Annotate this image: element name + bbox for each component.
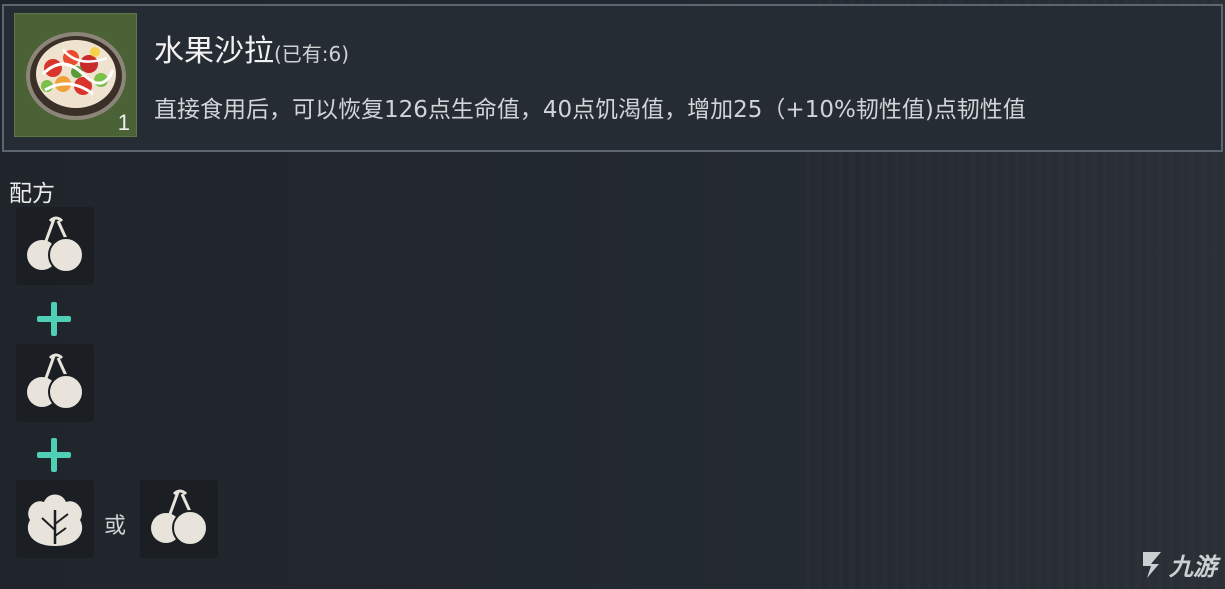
ingredient-slot-1[interactable] [16,207,94,285]
item-slot[interactable]: 1 [14,13,137,137]
plus-icon [37,302,71,336]
item-count: 1 [117,110,130,135]
berries-icon [27,353,84,410]
item-owned-count: (已有:6) [274,42,350,66]
watermark-text: 九游 [1169,552,1217,581]
ingredient-slot-3-option-1[interactable] [16,480,94,558]
or-label: 或 [104,514,127,539]
berries-icon [27,216,84,273]
recipe-label: 配方 [9,181,55,207]
berries-icon [151,489,208,546]
item-info-card: 1 水果沙拉(已有:6) 直接食用后，可以恢复126点生命值，40点饥渴值，增加… [2,4,1223,152]
plus-icon [37,438,71,472]
item-description: 直接食用后，可以恢复126点生命值，40点饥渴值，增加25（+10%韧性值)点韧… [154,97,1026,123]
ingredient-slot-3-option-2[interactable] [140,480,218,558]
item-title: 水果沙拉(已有:6) [154,26,349,70]
leafy-vegetable-icon [27,494,83,546]
jiuyou-logo-icon [1143,552,1161,578]
ingredient-slot-2[interactable] [16,344,94,422]
item-name: 水果沙拉 [154,34,274,69]
fruit-salad-icon [26,32,126,120]
watermark: 九游 [1137,544,1217,584]
